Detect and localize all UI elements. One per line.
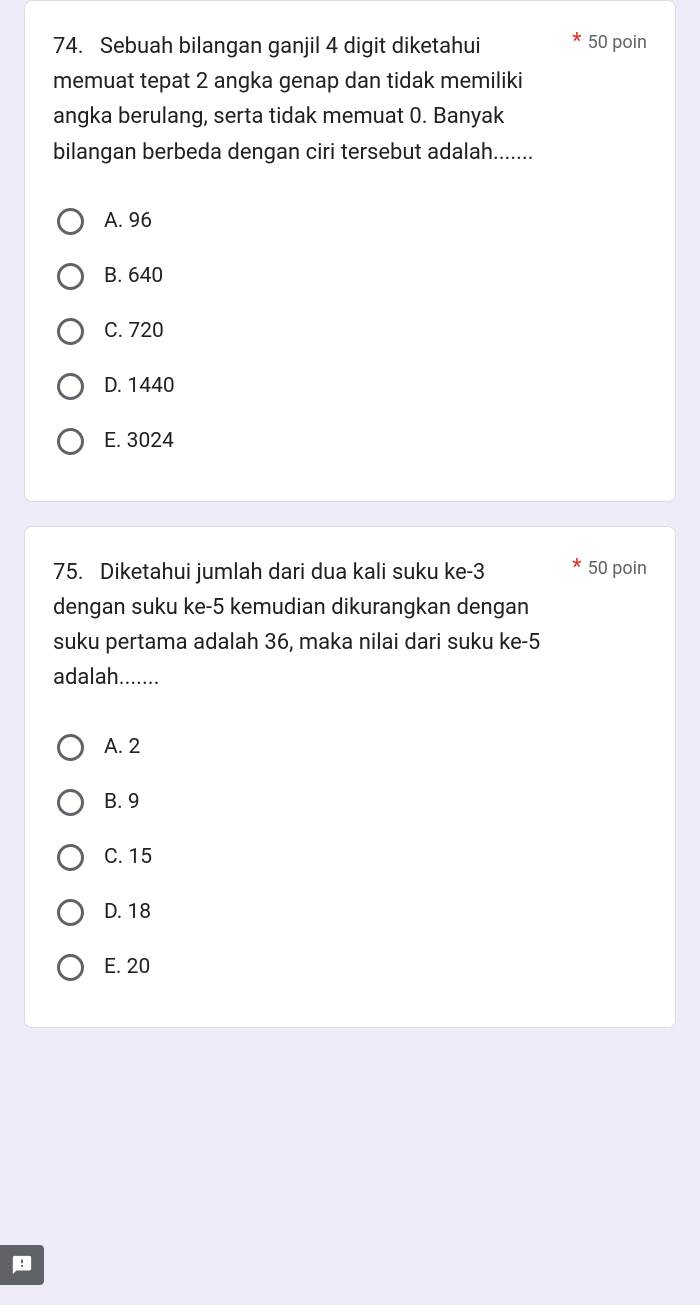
question-header: 74. Sebuah bilangan ganjil 4 digit diket… [53,29,647,170]
radio-icon [57,208,84,235]
radio-icon [57,844,84,871]
option-label: B. 640 [104,264,163,288]
option-label: A. 2 [104,735,140,759]
option-label: E. 3024 [104,429,174,453]
points-label: 50 poin [588,32,647,53]
option-label: D. 18 [104,900,151,924]
option-label: E. 20 [104,955,150,979]
radio-icon [57,954,84,981]
radio-icon [57,318,84,345]
feedback-button[interactable] [0,1245,44,1285]
radio-icon [57,263,84,290]
radio-icon [57,373,84,400]
option-a[interactable]: A. 2 [57,724,647,771]
radio-icon [57,428,84,455]
option-label: C. 15 [104,845,152,869]
option-e[interactable]: E. 20 [57,944,647,991]
required-asterisk: * [572,29,581,54]
option-d[interactable]: D. 18 [57,889,647,936]
radio-icon [57,734,84,761]
question-body: Sebuah bilangan ganjil 4 digit diketahui… [53,34,534,165]
question-text: 75. Diketahui jumlah dari dua kali suku … [53,555,572,696]
radio-icon [57,899,84,926]
question-card-75: 75. Diketahui jumlah dari dua kali suku … [24,526,676,1028]
option-b[interactable]: B. 9 [57,779,647,826]
option-a[interactable]: A. 96 [57,198,647,245]
question-body: Diketahui jumlah dari dua kali suku ke-3… [53,560,540,691]
option-label: C. 720 [104,319,164,343]
feedback-icon [11,1254,33,1276]
option-label: B. 9 [104,790,140,814]
option-d[interactable]: D. 1440 [57,363,647,410]
options-list: A. 96 B. 640 C. 720 D. 1440 E. 3024 [57,198,647,465]
question-text: 74. Sebuah bilangan ganjil 4 digit diket… [53,29,572,170]
points-label: 50 poin [588,558,647,579]
question-card-74: 74. Sebuah bilangan ganjil 4 digit diket… [24,0,676,502]
question-header: 75. Diketahui jumlah dari dua kali suku … [53,555,647,696]
question-number: 75. [53,560,84,585]
question-meta: * 50 poin [572,29,647,54]
option-label: D. 1440 [104,374,175,398]
option-c[interactable]: C. 15 [57,834,647,881]
question-number: 74. [53,34,84,59]
options-list: A. 2 B. 9 C. 15 D. 18 E. 20 [57,724,647,991]
option-e[interactable]: E. 3024 [57,418,647,465]
question-meta: * 50 poin [572,555,647,580]
radio-icon [57,789,84,816]
option-label: A. 96 [104,209,152,233]
option-c[interactable]: C. 720 [57,308,647,355]
required-asterisk: * [572,555,581,580]
option-b[interactable]: B. 640 [57,253,647,300]
